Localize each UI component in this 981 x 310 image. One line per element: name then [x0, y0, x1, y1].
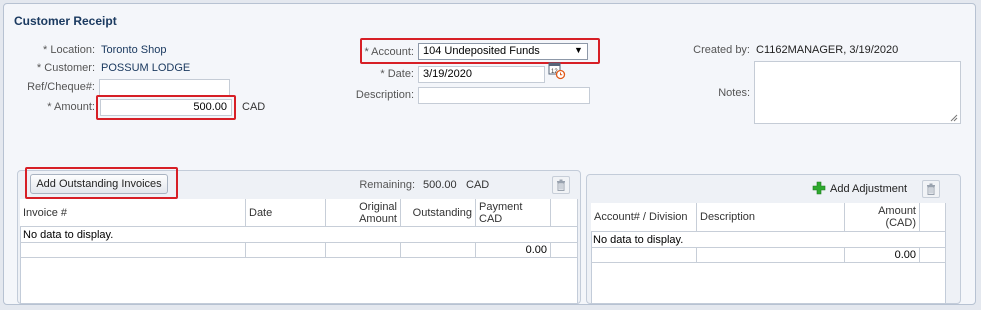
- created-by-label: Created by:: [693, 44, 750, 56]
- remaining-currency: CAD: [466, 179, 490, 191]
- ref-cheque-input[interactable]: [99, 79, 230, 96]
- description-input[interactable]: [418, 87, 590, 104]
- column-header-outstanding[interactable]: Outstanding: [401, 199, 476, 227]
- location-value: Toronto Shop: [101, 44, 167, 56]
- column-header-payment[interactable]: Payment CAD: [476, 199, 551, 227]
- column-header-spacer: [551, 199, 578, 227]
- amount-currency: CAD: [242, 101, 266, 113]
- page-title: Customer Receipt: [14, 14, 117, 28]
- invoices-total-cell: [20, 242, 246, 258]
- adjustments-empty-message: No data to display.: [593, 234, 684, 246]
- add-icon: [812, 181, 826, 195]
- adjustments-total-cell: [697, 247, 845, 263]
- column-header-original-amount[interactable]: Original Amount: [326, 199, 401, 227]
- add-outstanding-invoices-button[interactable]: Add Outstanding Invoices: [30, 174, 168, 194]
- created-by-value: C1162MANAGER, 3/19/2020: [756, 44, 899, 56]
- column-header-description[interactable]: Description: [697, 203, 845, 232]
- chevron-down-icon: ▼: [574, 45, 583, 55]
- invoices-empty-message: No data to display.: [23, 229, 114, 241]
- adjustments-total-cell: [591, 247, 697, 263]
- remaining-value: 500.00: [423, 179, 457, 191]
- invoices-total-cell: [401, 242, 476, 258]
- column-header-date[interactable]: Date: [246, 199, 326, 227]
- location-label: * Location:: [43, 44, 95, 56]
- invoices-total-cell: [551, 242, 578, 258]
- account-label: * Account:: [364, 46, 414, 58]
- amount-label: * Amount:: [47, 101, 95, 113]
- column-header-invoice[interactable]: Invoice #: [20, 199, 246, 227]
- account-select-value: 104 Undeposited Funds: [423, 45, 540, 57]
- column-header-account-division[interactable]: Account# / Division: [591, 203, 697, 232]
- column-header-spacer: [920, 203, 946, 232]
- adjustments-amount-total: 0.00: [845, 247, 920, 263]
- trash-icon: [557, 179, 565, 191]
- resize-grip-icon[interactable]: [948, 112, 958, 122]
- date-label: * Date:: [380, 68, 414, 80]
- invoices-total-cell: [326, 242, 401, 258]
- amount-input[interactable]: 500.00: [100, 99, 232, 116]
- add-adjustment-button[interactable]: Add Adjustment: [830, 183, 907, 195]
- adjustments-total-cell: [920, 247, 946, 263]
- account-select[interactable]: 104 Undeposited Funds: [418, 43, 588, 60]
- customer-label: * Customer:: [36, 62, 95, 74]
- description-label: Description:: [355, 89, 414, 101]
- notes-textarea[interactable]: [754, 61, 961, 124]
- column-header-amount[interactable]: Amount (CAD): [845, 203, 920, 232]
- customer-value: POSSUM LODGE: [101, 62, 191, 74]
- remaining-label: Remaining:: [359, 179, 415, 191]
- trash-icon: [927, 183, 935, 195]
- invoices-total-cell: [246, 242, 326, 258]
- delete-invoice-button[interactable]: [552, 176, 570, 194]
- date-input[interactable]: 3/19/2020: [418, 66, 545, 83]
- ref-cheque-label: Ref/Cheque#:: [27, 81, 95, 93]
- calendar-icon[interactable]: 12: [548, 62, 566, 80]
- delete-adjustment-button[interactable]: [922, 180, 940, 198]
- notes-label: Notes:: [718, 87, 750, 99]
- invoices-payment-total: 0.00: [476, 242, 551, 258]
